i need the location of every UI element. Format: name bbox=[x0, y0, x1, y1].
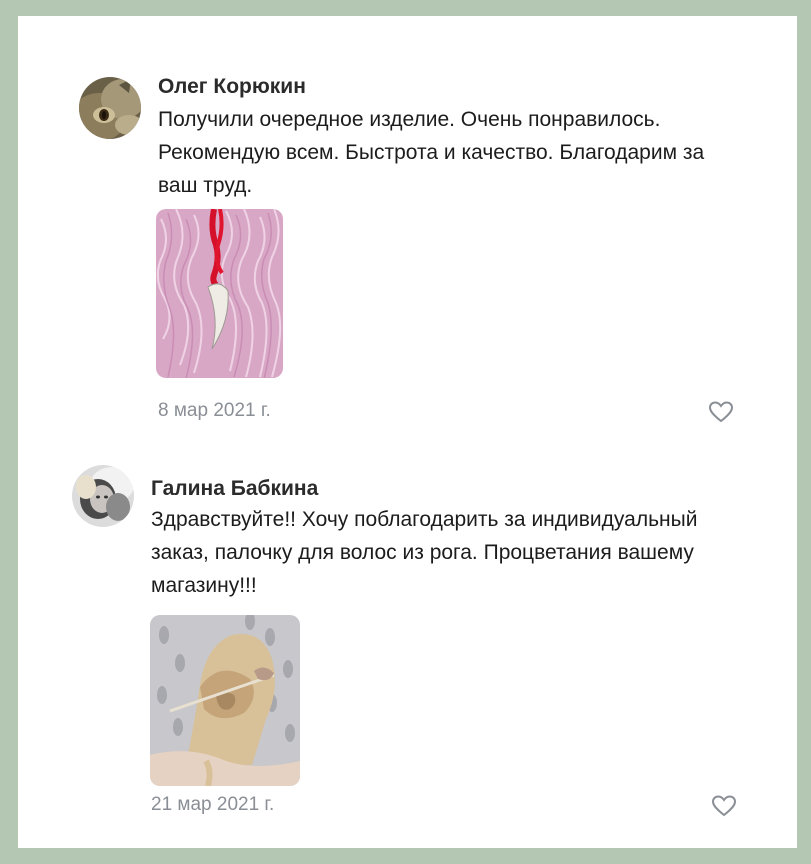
comment-author[interactable]: Олег Корюкин bbox=[158, 75, 306, 99]
heart-icon bbox=[708, 401, 734, 423]
comment-date: 21 мар 2021 г. bbox=[151, 794, 275, 815]
comment-photo[interactable] bbox=[156, 209, 283, 378]
heart-icon bbox=[711, 795, 737, 817]
comment-author[interactable]: Галина Бабкина bbox=[151, 477, 318, 501]
reviews-card: Олег Корюкин Получили очередное изделие.… bbox=[18, 16, 797, 848]
hairstick-photo-icon bbox=[150, 615, 300, 786]
cat-avatar-icon bbox=[79, 77, 141, 139]
comment-text: Здравствуйте!! Хочу поблагодарить за инд… bbox=[151, 508, 698, 597]
comment-text: Получили очередное изделие. Очень понрав… bbox=[158, 108, 705, 197]
avatar[interactable] bbox=[79, 77, 141, 139]
comment-photo[interactable] bbox=[150, 615, 300, 786]
woman-avatar-icon bbox=[72, 465, 134, 527]
like-button[interactable] bbox=[711, 794, 737, 818]
like-button[interactable] bbox=[708, 400, 734, 424]
avatar[interactable] bbox=[72, 465, 134, 527]
comment: Олег Корюкин Получили очередное изделие.… bbox=[18, 16, 797, 446]
comment: Галина Бабкина Здравствуйте!! Хочу побла… bbox=[18, 446, 797, 846]
comment-date: 8 мар 2021 г. bbox=[158, 400, 271, 421]
pendant-icon bbox=[156, 209, 283, 378]
